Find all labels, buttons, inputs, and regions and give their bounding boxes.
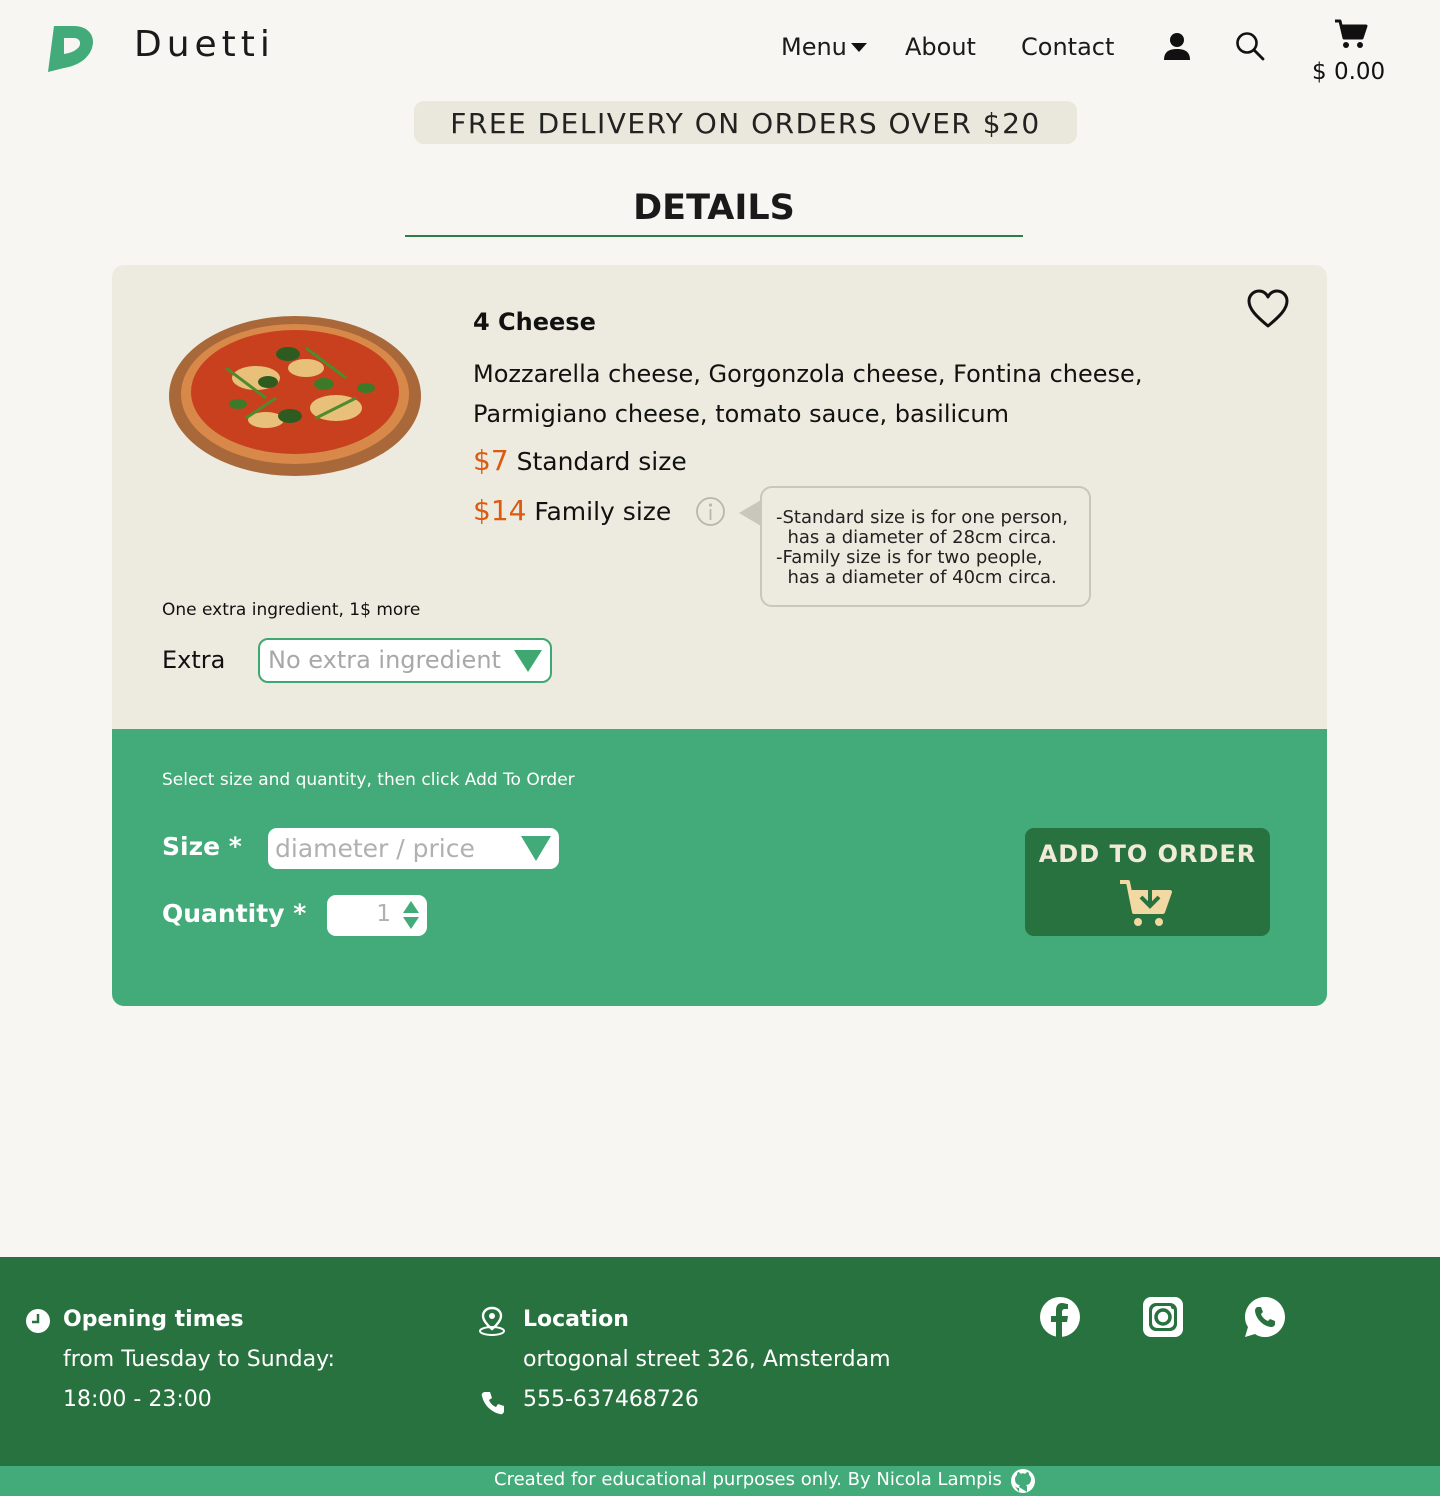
order-hint: Select size and quantity, then click Add…	[162, 770, 575, 790]
info-icon[interactable]	[695, 496, 726, 527]
size-info-tooltip: -Standard size is for one person, has a …	[760, 486, 1091, 607]
nav-contact[interactable]: Contact	[1021, 32, 1114, 62]
dropdown-arrow-icon	[514, 650, 542, 672]
cart-total[interactable]: $ 0.00	[1312, 59, 1385, 85]
tooltip-arrow	[739, 500, 761, 526]
tooltip-line: -Family size is for two people,	[776, 547, 1043, 568]
whatsapp-icon[interactable]	[1244, 1296, 1286, 1338]
instagram-icon[interactable]	[1142, 1296, 1184, 1338]
pizza-image	[169, 316, 421, 476]
product-name: 4 Cheese	[473, 308, 596, 336]
decrement-arrow-icon[interactable]	[403, 917, 419, 929]
nav-about[interactable]: About	[905, 32, 976, 62]
nav-menu[interactable]: Menu	[781, 32, 867, 62]
extra-label: Extra	[162, 646, 226, 674]
add-to-order-label: ADD TO ORDER	[1038, 840, 1257, 868]
caret-down-icon	[850, 43, 867, 52]
location-title: Location	[523, 1307, 629, 1332]
extra-ingredient-note: One extra ingredient, 1$ more	[162, 600, 421, 620]
facebook-icon[interactable]	[1039, 1296, 1081, 1338]
phone-number[interactable]: 555-637468726	[523, 1387, 699, 1412]
tooltip-line: has a diameter of 28cm circa.	[776, 527, 1057, 548]
phone-icon	[481, 1392, 504, 1415]
opening-hours: 18:00 - 23:00	[63, 1387, 212, 1412]
price-family: $14 Family size	[473, 494, 671, 527]
size-select-value: diameter / price	[275, 834, 475, 863]
brand-name[interactable]: Duetti	[134, 24, 275, 65]
increment-arrow-icon[interactable]	[403, 901, 419, 913]
quantity-label: Quantity *	[162, 899, 307, 928]
product-description: Mozzarella cheese, Gorgonzola cheese, Fo…	[473, 360, 1143, 428]
price-standard-label: Standard size	[516, 447, 687, 476]
basket-download-icon	[1120, 880, 1172, 926]
nav-menu-label: Menu	[781, 33, 847, 61]
free-delivery-banner: FREE DELIVERY ON ORDERS OVER $20	[414, 101, 1077, 144]
cart-icon[interactable]	[1334, 18, 1368, 50]
price-family-amount: $14	[473, 494, 527, 527]
opening-days: from Tuesday to Sunday:	[63, 1347, 335, 1372]
credit-text: Created for educational purposes only. B…	[494, 1469, 1002, 1490]
opening-times-title: Opening times	[63, 1307, 244, 1332]
title-underline	[405, 235, 1023, 237]
logo-icon[interactable]	[44, 22, 96, 74]
extra-select-value: No extra ingredient	[268, 646, 501, 674]
price-family-label: Family size	[534, 497, 672, 526]
github-icon[interactable]	[1010, 1468, 1036, 1494]
price-standard: $7 Standard size	[473, 444, 687, 477]
price-standard-amount: $7	[473, 444, 509, 477]
add-to-order-button[interactable]: ADD TO ORDER	[1025, 828, 1270, 936]
page-title: DETAILS	[633, 188, 795, 228]
clock-icon	[26, 1309, 50, 1333]
tooltip-line: -Standard size is for one person,	[776, 507, 1068, 528]
size-label: Size *	[162, 832, 242, 861]
extra-ingredient-select[interactable]: No extra ingredient	[258, 638, 552, 683]
quantity-value[interactable]: 1	[376, 901, 391, 927]
size-select[interactable]: diameter / price	[268, 828, 559, 869]
dropdown-arrow-icon	[521, 836, 551, 861]
address: ortogonal street 326, Amsterdam	[523, 1347, 891, 1372]
location-pin-icon	[479, 1306, 505, 1336]
tooltip-line: has a diameter of 40cm circa.	[776, 567, 1057, 588]
quantity-stepper[interactable]: 1	[327, 895, 427, 936]
user-icon[interactable]	[1163, 32, 1191, 62]
favorite-heart-icon[interactable]	[1246, 288, 1290, 330]
search-icon[interactable]	[1235, 31, 1265, 61]
